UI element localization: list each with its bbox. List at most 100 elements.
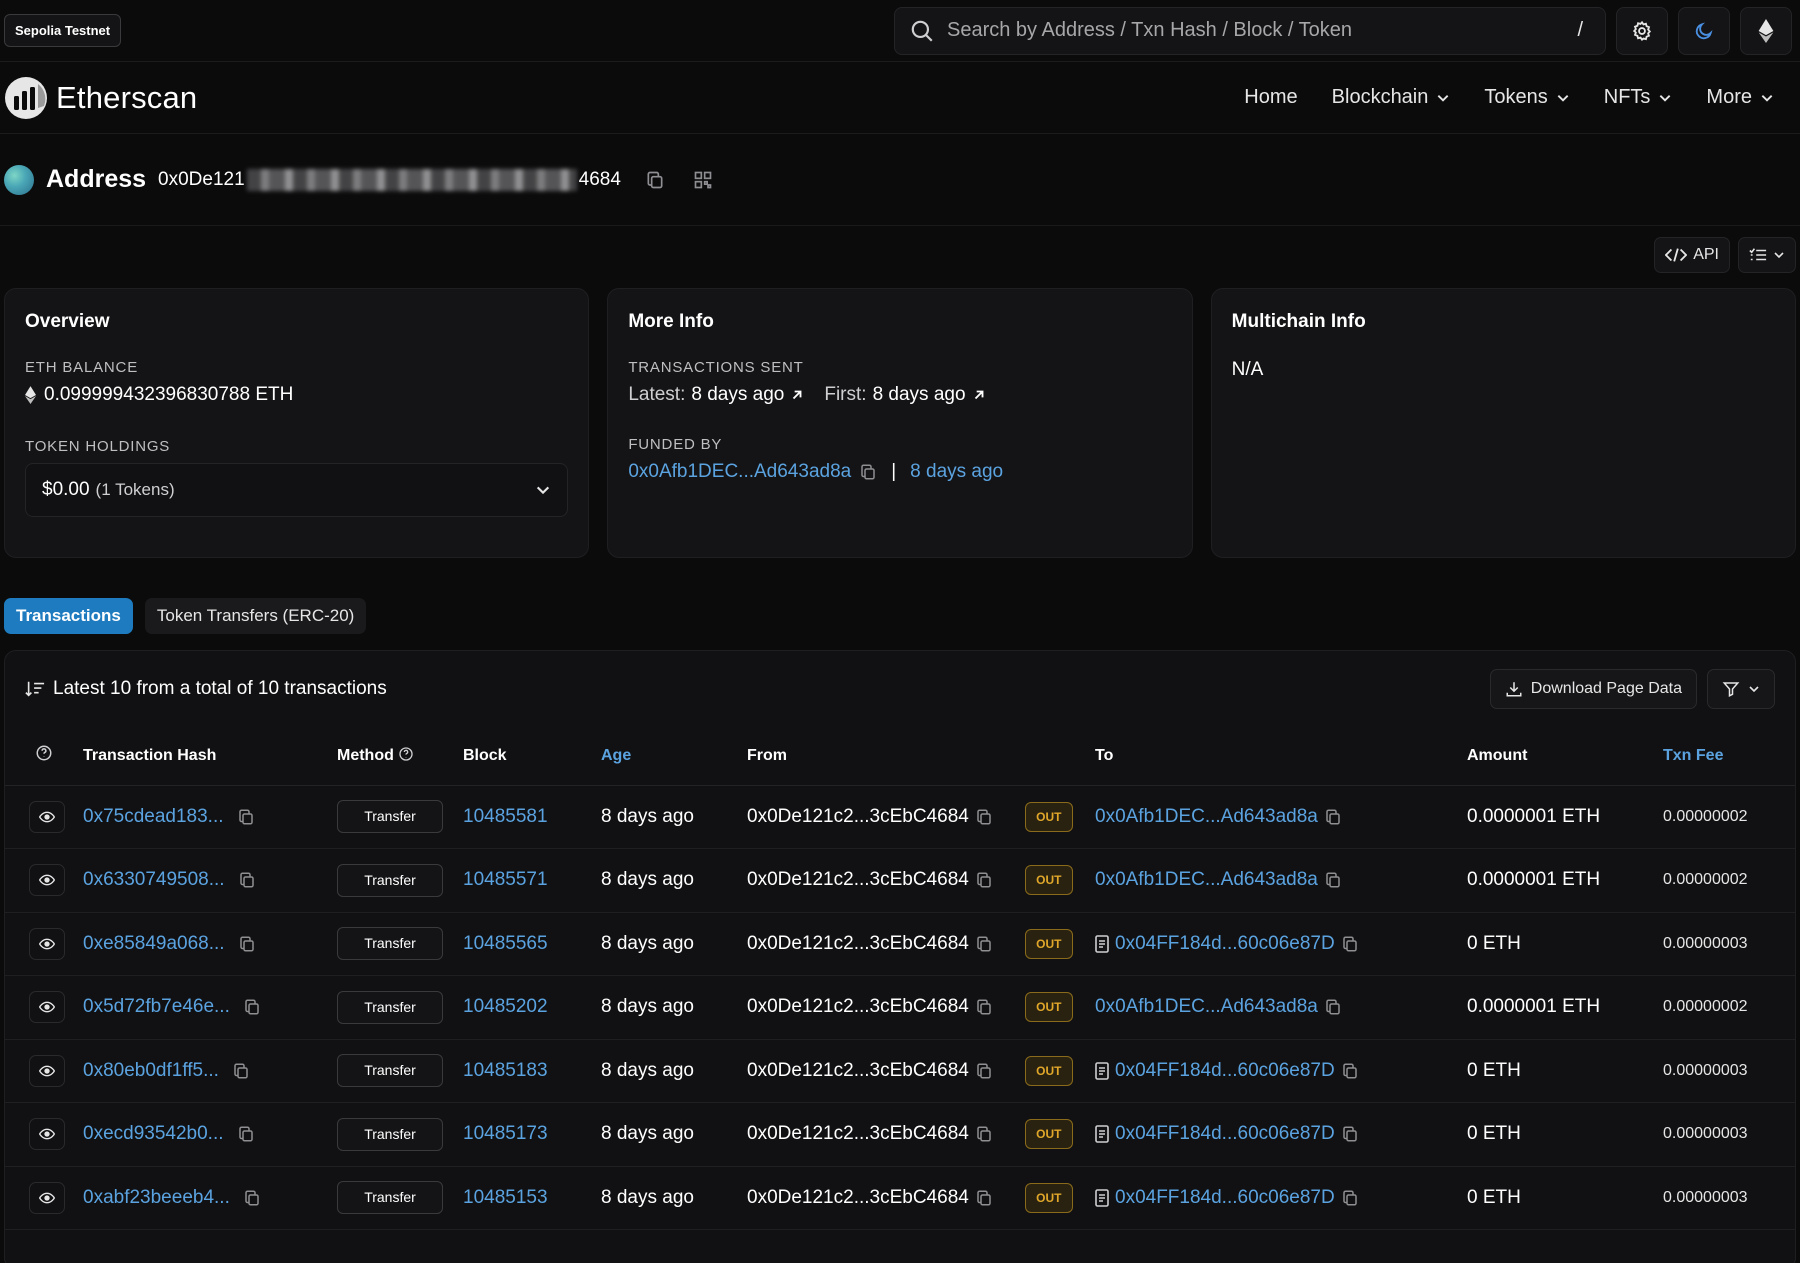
copy-icon[interactable] xyxy=(975,1062,993,1080)
to-address-link[interactable]: 0x0Afb1DEC...Ad643ad8a xyxy=(1095,806,1318,828)
tx-hash-link[interactable]: 0xecd93542b0... xyxy=(83,1123,224,1144)
contract-icon xyxy=(1095,1125,1109,1144)
nav-nfts[interactable]: NFTs xyxy=(1604,86,1673,109)
copy-icon[interactable] xyxy=(1324,998,1342,1016)
tx-hash-link[interactable]: 0xe85849a068... xyxy=(83,933,225,954)
tool-row: API xyxy=(0,226,1800,284)
from-address[interactable]: 0x0De121c2...3cEbC4684 xyxy=(747,1060,969,1082)
network-switch-button[interactable] xyxy=(1740,6,1792,55)
col-age[interactable]: Age xyxy=(593,727,739,786)
tx-hash-link[interactable]: 0x6330749508... xyxy=(83,869,225,890)
theme-toggle-button[interactable] xyxy=(1678,6,1730,55)
from-address[interactable]: 0x0De121c2...3cEbC4684 xyxy=(747,1123,969,1145)
first-value[interactable]: 8 days ago xyxy=(873,384,966,406)
copy-icon[interactable] xyxy=(243,1189,261,1207)
to-cell: 0x04FF184d...60c06e87D xyxy=(1087,1102,1459,1167)
to-address-link[interactable]: 0x0Afb1DEC...Ad643ad8a xyxy=(1095,996,1318,1018)
funded-time-link[interactable]: 8 days ago xyxy=(910,461,1003,483)
copy-icon[interactable] xyxy=(243,998,261,1016)
tx-hash-cell: 0xecd93542b0... xyxy=(75,1102,329,1167)
preview-button[interactable] xyxy=(29,864,65,897)
help-circle-icon[interactable] xyxy=(398,746,414,762)
copy-icon[interactable] xyxy=(232,1062,250,1080)
preview-button[interactable] xyxy=(29,927,65,960)
tab-transactions[interactable]: Transactions xyxy=(4,598,133,634)
transactions-sent-label: TRANSACTIONS SENT xyxy=(628,359,804,376)
from-cell: 0x0De121c2...3cEbC4684 OUT xyxy=(739,1039,1087,1103)
copy-icon[interactable] xyxy=(1324,808,1342,826)
copy-icon[interactable] xyxy=(975,1125,993,1143)
copy-icon[interactable] xyxy=(1341,935,1359,953)
copy-icon[interactable] xyxy=(975,1189,993,1207)
network-badge[interactable]: Sepolia Testnet xyxy=(4,14,122,47)
block-link[interactable]: 10485581 xyxy=(463,806,548,827)
settings-button[interactable] xyxy=(1616,6,1668,55)
address-avatar xyxy=(4,164,34,195)
preview-button[interactable] xyxy=(29,1181,65,1214)
tab-token-transfers[interactable]: Token Transfers (ERC-20) xyxy=(144,598,367,634)
search-bar[interactable]: Search by Address / Txn Hash / Block / T… xyxy=(894,6,1606,55)
amount-cell: 0 ETH xyxy=(1459,912,1655,976)
from-address[interactable]: 0x0De121c2...3cEbC4684 xyxy=(747,1187,969,1209)
view-options-button[interactable] xyxy=(1738,237,1796,273)
nav-home[interactable]: Home xyxy=(1244,86,1297,109)
nav-tokens[interactable]: Tokens xyxy=(1484,86,1569,109)
copy-icon[interactable] xyxy=(975,808,993,826)
to-address-link[interactable]: 0x04FF184d...60c06e87D xyxy=(1115,1123,1335,1145)
copy-icon[interactable] xyxy=(238,871,256,889)
nav-blockchain[interactable]: Blockchain xyxy=(1332,86,1451,109)
copy-icon[interactable] xyxy=(1341,1189,1359,1207)
to-address-link[interactable]: 0x04FF184d...60c06e87D xyxy=(1115,1187,1335,1209)
search-input[interactable]: Search by Address / Txn Hash / Block / T… xyxy=(947,19,1565,42)
copy-icon[interactable] xyxy=(975,935,993,953)
preview-button[interactable] xyxy=(29,1118,65,1151)
copy-icon[interactable] xyxy=(859,463,877,481)
token-holdings-dropdown[interactable]: $0.00 (1 Tokens) xyxy=(25,463,569,517)
tx-hash-link[interactable]: 0x5d72fb7e46e... xyxy=(83,996,230,1017)
block-link[interactable]: 10485565 xyxy=(463,933,548,954)
tx-hash-link[interactable]: 0x80eb0df1ff5... xyxy=(83,1060,219,1081)
download-page-data-button[interactable]: Download Page Data xyxy=(1489,669,1697,709)
block-link[interactable]: 10485202 xyxy=(463,996,548,1017)
copy-icon[interactable] xyxy=(975,998,993,1016)
preview-button[interactable] xyxy=(29,991,65,1024)
nav-more[interactable]: More xyxy=(1706,86,1774,109)
block-link[interactable]: 10485173 xyxy=(463,1123,548,1144)
copy-icon[interactable] xyxy=(1341,1062,1359,1080)
col-txn-fee[interactable]: Txn Fee xyxy=(1655,727,1795,786)
preview-button[interactable] xyxy=(29,1054,65,1087)
api-button[interactable]: API xyxy=(1654,237,1730,273)
to-address-link[interactable]: 0x0Afb1DEC...Ad643ad8a xyxy=(1095,869,1318,891)
arrow-up-right-icon[interactable] xyxy=(972,388,986,402)
to-address-link[interactable]: 0x04FF184d...60c06e87D xyxy=(1115,1060,1335,1082)
tx-hash-link[interactable]: 0xabf23beeeb4... xyxy=(83,1187,230,1208)
tx-hash-link[interactable]: 0x75cdead183... xyxy=(83,806,224,827)
copy-icon[interactable] xyxy=(1341,1125,1359,1143)
preview-button[interactable] xyxy=(29,800,65,833)
from-address[interactable]: 0x0De121c2...3cEbC4684 xyxy=(747,996,969,1018)
copy-icon[interactable] xyxy=(1324,871,1342,889)
separator: | xyxy=(891,461,897,482)
from-address[interactable]: 0x0De121c2...3cEbC4684 xyxy=(747,869,969,891)
block-link[interactable]: 10485571 xyxy=(463,869,548,890)
latest-value[interactable]: 8 days ago xyxy=(691,384,784,406)
funded-by-address-link[interactable]: 0x0Afb1DEC...Ad643ad8a xyxy=(628,461,851,483)
copy-icon[interactable] xyxy=(975,871,993,889)
filter-button[interactable] xyxy=(1707,669,1775,709)
to-address-link[interactable]: 0x04FF184d...60c06e87D xyxy=(1115,933,1335,955)
copy-icon[interactable] xyxy=(237,1125,255,1143)
copy-icon[interactable] xyxy=(237,808,255,826)
from-address[interactable]: 0x0De121c2...3cEbC4684 xyxy=(747,806,969,828)
eye-icon xyxy=(39,938,55,950)
copy-icon[interactable] xyxy=(238,935,256,953)
arrow-up-right-icon[interactable] xyxy=(790,388,804,402)
transactions-summary: Latest 10 from a total of 10 transaction… xyxy=(53,678,387,699)
qr-code-icon[interactable] xyxy=(693,170,713,190)
etherscan-logo[interactable]: Etherscan xyxy=(4,76,197,120)
block-link[interactable]: 10485183 xyxy=(463,1060,548,1081)
block-link[interactable]: 10485153 xyxy=(463,1187,548,1208)
copy-icon[interactable] xyxy=(645,170,665,190)
help-circle-icon[interactable] xyxy=(35,744,53,762)
from-address[interactable]: 0x0De121c2...3cEbC4684 xyxy=(747,933,969,955)
ethereum-icon xyxy=(1758,18,1774,43)
